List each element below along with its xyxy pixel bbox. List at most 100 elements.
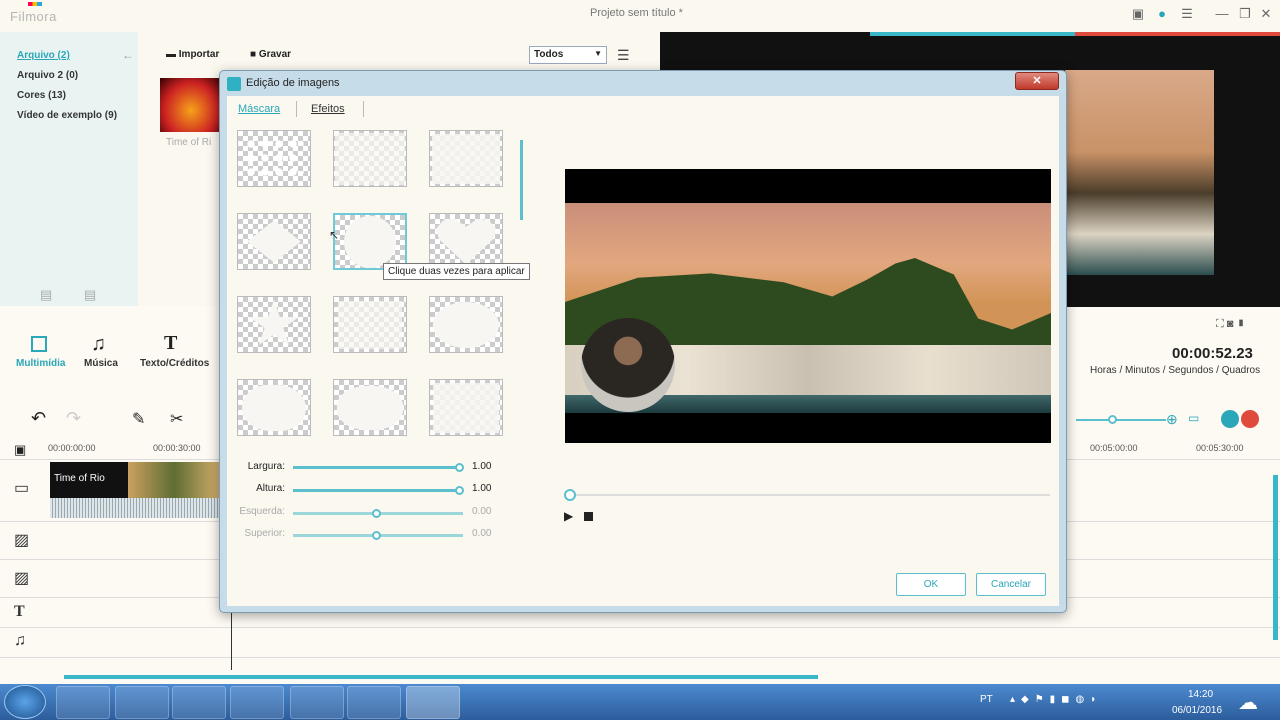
firefox-app[interactable]	[230, 686, 284, 719]
slider-label: Altura:	[256, 483, 285, 494]
tray-icons[interactable]: ▴◆⚑▮◼◍◗	[1010, 694, 1102, 705]
filmora-app[interactable]	[406, 686, 460, 719]
explorer-app[interactable]	[115, 686, 169, 719]
record-button[interactable]: ■ Gravar	[250, 49, 291, 60]
width-slider[interactable]	[293, 466, 463, 469]
mask-soft-rect[interactable]	[333, 130, 407, 187]
app-logo: Filmora	[10, 9, 57, 24]
library-item-arquivo[interactable]: Arquivo (2)	[17, 50, 70, 61]
clock-time[interactable]: 14:20	[1188, 689, 1213, 700]
clock-date[interactable]: 06/01/2016	[1172, 705, 1222, 716]
library-item-cores[interactable]: Cores (13)	[17, 90, 66, 101]
preview-seekbar[interactable]	[568, 494, 1050, 496]
vertical-scrollbar[interactable]	[1273, 475, 1278, 640]
play-icon[interactable]: ▶	[564, 509, 573, 523]
skype-app[interactable]	[290, 686, 344, 719]
mask-shape	[242, 384, 306, 431]
import-button[interactable]: ▬ Importar	[166, 49, 219, 60]
stop-icon[interactable]	[584, 512, 593, 521]
back-arrow-icon[interactable]: ←	[122, 48, 134, 62]
top-slider-knob[interactable]	[372, 531, 381, 540]
mask-feather-rect[interactable]	[333, 296, 407, 353]
media-thumbnail[interactable]	[160, 78, 222, 132]
mask-dots[interactable]	[237, 130, 311, 187]
menu-icon[interactable]: ☰	[1179, 6, 1195, 22]
ie-app[interactable]	[56, 686, 110, 719]
ok-button[interactable]: OK	[896, 573, 966, 596]
start-button[interactable]	[4, 685, 46, 719]
mask-shape	[247, 220, 301, 263]
height-slider[interactable]	[293, 489, 463, 492]
width-value: 1.00	[472, 461, 492, 472]
film-icon: ▭	[14, 480, 30, 497]
maximize-icon[interactable]: ❐	[1237, 6, 1253, 22]
filter-select[interactable]: Todos ▼	[529, 46, 607, 64]
mask-shape	[335, 132, 405, 185]
preview-frame	[1065, 70, 1214, 275]
left-slider-knob[interactable]	[372, 509, 381, 518]
tab-mask[interactable]: Máscara	[238, 103, 280, 115]
list-view-icon[interactable]: ☰	[617, 47, 630, 64]
mask-cloud[interactable]	[237, 379, 311, 436]
mask-soft-edge[interactable]	[429, 379, 503, 436]
mask-oval[interactable]	[429, 296, 503, 353]
text-icon: T	[164, 332, 178, 354]
fit-icon[interactable]: ▭	[1188, 411, 1199, 425]
add-folder-icon[interactable]: ▤	[40, 287, 52, 303]
height-value: 1.00	[472, 483, 492, 494]
track-settings-icon[interactable]: ▣	[14, 442, 26, 458]
dialog-close-button[interactable]: ✕	[1015, 72, 1059, 90]
seek-knob[interactable]	[564, 489, 576, 501]
mask-star[interactable]	[237, 296, 311, 353]
tab-multimedia[interactable]: Multimídia	[16, 358, 65, 369]
tab-effects[interactable]: Efeitos	[311, 103, 345, 115]
mask-cloud-2[interactable]	[333, 379, 407, 436]
language-indicator[interactable]: PT	[980, 694, 993, 705]
chevron-down-icon: ▼	[594, 49, 602, 58]
tab-divider	[363, 101, 364, 117]
mask-shape	[436, 218, 496, 265]
ruler-mark-1: 00:00:30:00	[153, 443, 201, 453]
mask-shape	[337, 385, 403, 430]
cut-icon[interactable]: ✂	[170, 409, 183, 429]
library-item-video-exemplo[interactable]: Vídeo de exemplo (9)	[17, 110, 117, 121]
remove-track-icon[interactable]	[1241, 410, 1259, 428]
left-value: 0.00	[472, 506, 492, 517]
mask-shape	[249, 299, 299, 345]
mask-rect[interactable]	[429, 130, 503, 187]
width-slider-knob[interactable]	[455, 463, 464, 472]
folder-icon: ▬	[166, 49, 179, 60]
remove-folder-icon[interactable]: ▤	[84, 287, 96, 303]
music-note-icon: ♫	[14, 632, 26, 649]
redo-icon[interactable]: ↷	[66, 408, 81, 429]
media-player-app[interactable]	[172, 686, 226, 719]
add-track-icon[interactable]	[1221, 410, 1239, 428]
zoom-in-icon[interactable]: ⊕	[1166, 411, 1178, 428]
chat-icon[interactable]: ●	[1154, 6, 1170, 22]
minimize-icon[interactable]: —	[1214, 6, 1230, 22]
height-slider-knob[interactable]	[455, 486, 464, 495]
tab-text[interactable]: Texto/Créditos	[140, 358, 209, 369]
horizontal-scrollbar[interactable]	[64, 675, 818, 679]
tab-music[interactable]: Música	[84, 358, 118, 369]
mask-diamond[interactable]	[237, 213, 311, 270]
network-app[interactable]	[347, 686, 401, 719]
close-icon[interactable]: ✕	[1258, 6, 1274, 22]
edit-pencil-icon[interactable]: ✎	[132, 409, 145, 429]
cancel-button[interactable]: Cancelar	[976, 573, 1046, 596]
undo-icon[interactable]: ↶	[31, 408, 46, 429]
save-icon[interactable]: ▣	[1130, 6, 1146, 22]
mask-circle[interactable]	[333, 213, 407, 270]
camera-icon: ■	[250, 49, 259, 60]
ruler-mark-2: 00:05:00:00	[1090, 443, 1138, 453]
mask-shape	[432, 133, 500, 184]
mask-list-scrollbar[interactable]	[520, 140, 523, 220]
weather-icon[interactable]: ☁	[1238, 690, 1258, 715]
zoom-knob[interactable]	[1108, 415, 1117, 424]
dialog-title: Edição de imagens	[246, 77, 340, 89]
zoom-slider[interactable]	[1076, 419, 1166, 421]
fullscreen-icon[interactable]: ⛶ ◙ ▮	[1216, 318, 1245, 331]
mask-heart[interactable]	[429, 213, 503, 270]
multimedia-icon	[31, 336, 47, 352]
library-item-arquivo2[interactable]: Arquivo 2 (0)	[17, 70, 78, 81]
